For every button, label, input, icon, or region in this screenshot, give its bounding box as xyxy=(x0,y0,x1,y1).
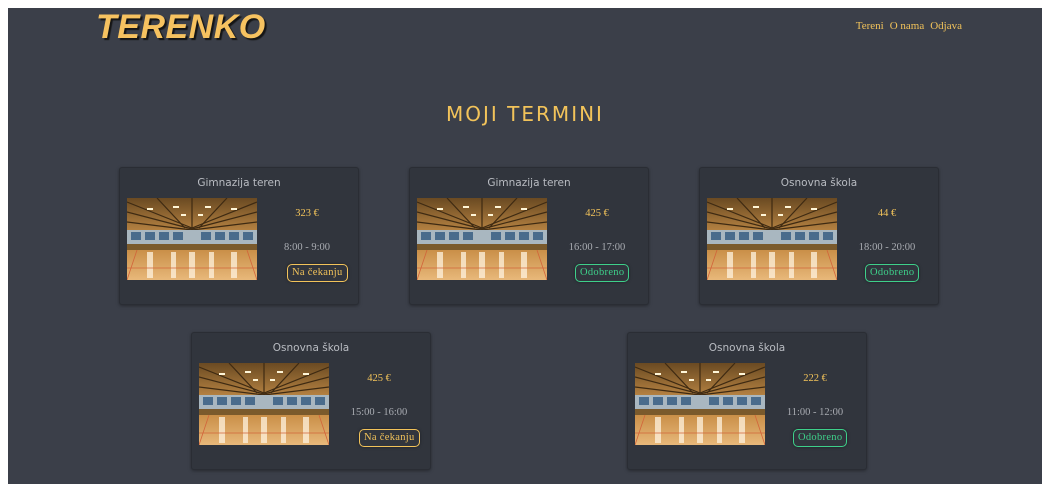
court-image xyxy=(635,363,765,445)
status-badge: Na čekanju xyxy=(359,429,420,447)
nav-link-odjava[interactable]: Odjava xyxy=(930,20,962,32)
app-background: TERENKO Tereni O nama Odjava MOJI TERMIN… xyxy=(8,8,1042,484)
card-time: 11:00 - 12:00 xyxy=(786,407,844,418)
reservation-card[interactable]: Osnovna škola 222 € 11:00 - 12:00 Odobre… xyxy=(627,332,867,470)
status-badge: Odobreno xyxy=(793,429,848,447)
court-image xyxy=(707,198,837,280)
card-price: 425 € xyxy=(585,208,609,219)
card-time: 16:00 - 17:00 xyxy=(568,242,626,253)
card-price: 222 € xyxy=(803,373,827,384)
status-badge: Na čekanju xyxy=(287,264,348,282)
court-image xyxy=(417,198,547,280)
card-price: 425 € xyxy=(367,373,391,384)
reservation-card[interactable]: Osnovna škola 425 € 15:00 - 16:00 Na ček… xyxy=(191,332,431,470)
card-price: 44 € xyxy=(877,208,897,219)
card-title: Gimnazija teren xyxy=(197,177,281,189)
card-title: Osnovna škola xyxy=(708,342,786,354)
logo[interactable]: TERENKO xyxy=(96,8,266,47)
card-title: Osnovna škola xyxy=(780,177,858,189)
card-title: Osnovna škola xyxy=(272,342,350,354)
nav-link-tereni[interactable]: Tereni xyxy=(856,20,884,32)
reservation-card[interactable]: Gimnazija teren 323 € 8:00 - 9:00 Na ček… xyxy=(119,167,359,305)
card-price: 323 € xyxy=(295,208,319,219)
card-title: Gimnazija teren xyxy=(487,177,571,189)
nav-link-o-nama[interactable]: O nama xyxy=(890,20,925,32)
status-badge: Odobreno xyxy=(865,264,920,282)
court-image xyxy=(127,198,257,280)
court-image xyxy=(199,363,329,445)
card-time: 15:00 - 16:00 xyxy=(350,407,408,418)
reservation-card[interactable]: Gimnazija teren 425 € 16:00 - 17:00 Odob… xyxy=(409,167,649,305)
status-badge: Odobreno xyxy=(575,264,630,282)
page-title: MOJI TERMINI xyxy=(446,102,604,126)
top-nav: Tereni O nama Odjava xyxy=(856,20,962,32)
card-time: 8:00 - 9:00 xyxy=(283,242,331,253)
card-time: 18:00 - 20:00 xyxy=(858,242,916,253)
reservation-card[interactable]: Osnovna škola 44 € 18:00 - 20:00 Odobren… xyxy=(699,167,939,305)
